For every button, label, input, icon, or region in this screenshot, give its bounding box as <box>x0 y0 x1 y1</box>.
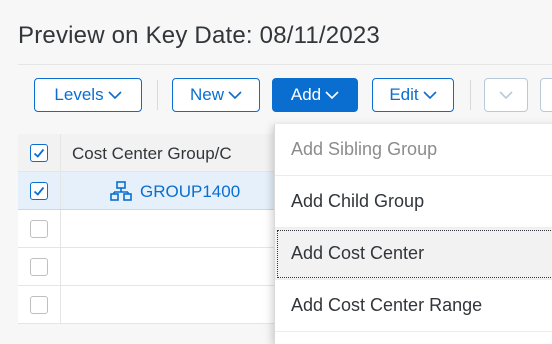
edit-button[interactable]: Edit <box>372 78 454 112</box>
checkmark-icon <box>33 148 45 158</box>
chevron-down-icon <box>499 90 513 99</box>
add-dropdown-menu: Add Sibling Group Add Child Group Add Co… <box>274 124 552 344</box>
toolbar-separator <box>470 80 471 110</box>
chevron-down-icon <box>228 90 242 99</box>
column-header-cost-center-group[interactable]: Cost Center Group/C <box>72 144 232 164</box>
add-button-label: Add <box>290 85 322 104</box>
row-checkbox[interactable] <box>30 220 48 238</box>
select-all-checkbox[interactable] <box>30 144 48 162</box>
toolbar-divider <box>18 64 552 65</box>
menu-item-add-sibling-group[interactable]: Add Sibling Group <box>275 124 552 176</box>
menu-item-add-cost-center-range[interactable]: Add Cost Center Range <box>275 280 552 332</box>
chevron-down-icon <box>325 90 339 99</box>
more-dropdown-button[interactable] <box>484 78 528 112</box>
page-title: Preview on Key Date: 08/11/2023 <box>18 22 380 49</box>
checkbox-column <box>18 172 61 209</box>
checkbox-column <box>18 248 61 285</box>
chevron-down-icon <box>107 90 122 99</box>
add-button[interactable]: Add <box>272 78 358 112</box>
levels-button-label: Levels <box>54 85 104 104</box>
toolbar-separator <box>157 80 158 110</box>
levels-button[interactable]: Levels <box>34 78 142 112</box>
checkbox-column <box>18 210 61 247</box>
row-checkbox[interactable] <box>30 296 48 314</box>
overflow-button[interactable] <box>540 78 552 112</box>
chevron-down-icon <box>423 90 437 99</box>
checkbox-column <box>18 286 61 323</box>
checkbox-column <box>18 134 61 171</box>
checkmark-icon <box>33 186 45 196</box>
row-checkbox[interactable] <box>30 182 48 200</box>
menu-item-add-child-group[interactable]: Add Child Group <box>275 176 552 228</box>
edit-button-label: Edit <box>389 85 419 104</box>
row-checkbox[interactable] <box>30 258 48 276</box>
new-button-label: New <box>189 85 224 104</box>
hierarchy-icon <box>110 181 132 201</box>
new-button[interactable]: New <box>172 78 260 112</box>
menu-item-add-cost-center[interactable]: Add Cost Center <box>275 228 552 280</box>
group-node-label[interactable]: GROUP1400 <box>140 182 240 202</box>
